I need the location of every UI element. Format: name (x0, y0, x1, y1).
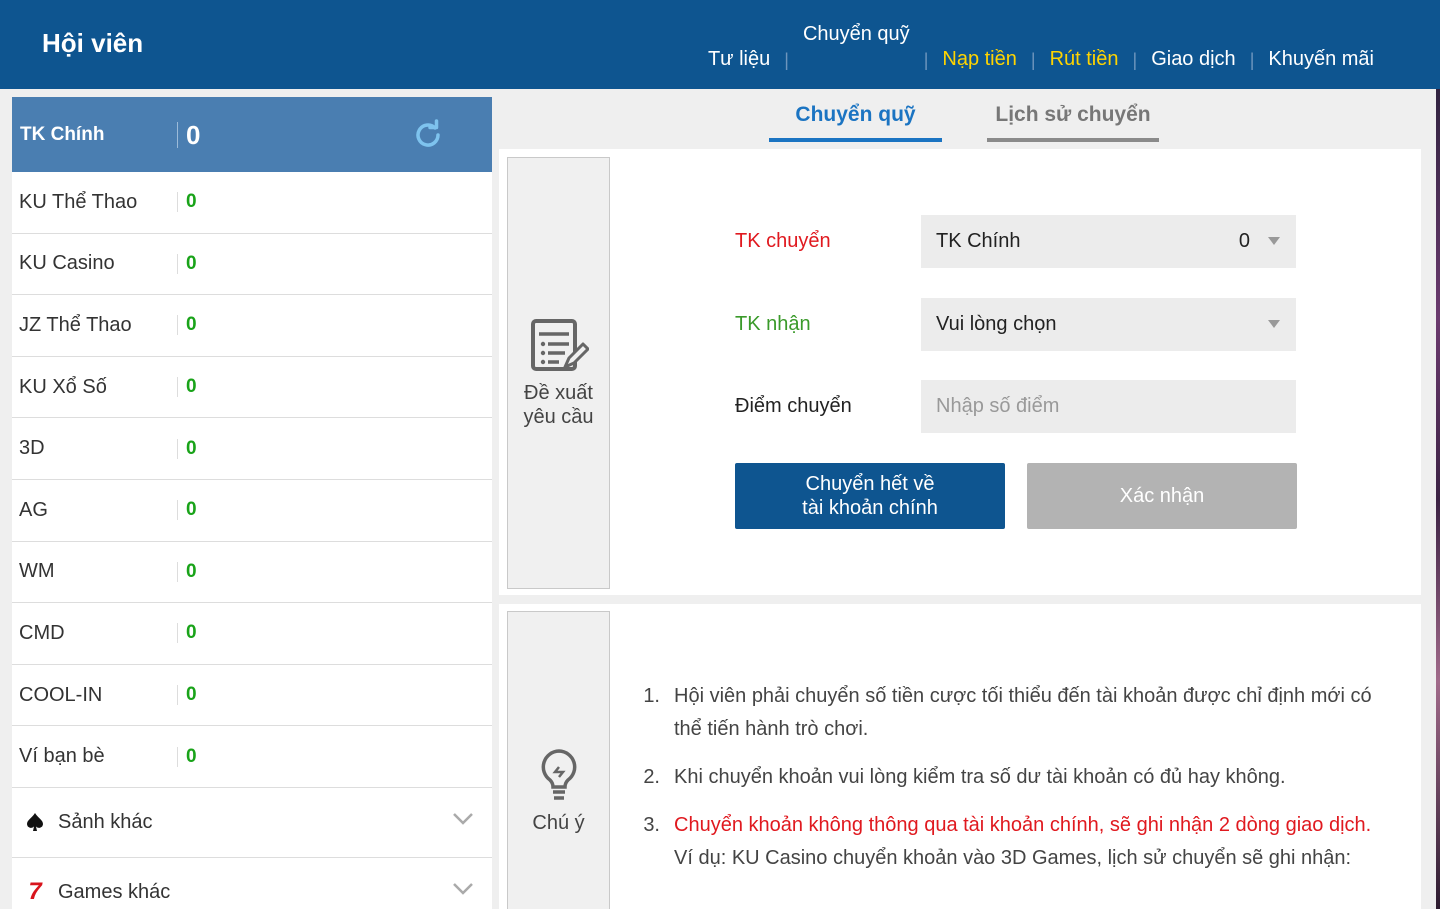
account-balance: 0 (177, 685, 197, 706)
to-account-value: Vui lòng chọn (936, 313, 1057, 335)
notes-side-box: Chú ý (507, 611, 610, 909)
to-account-row: TK nhận Vui lòng chọn (735, 298, 1296, 351)
note-number: 3. (643, 814, 660, 836)
note-number: 2. (643, 766, 660, 788)
account-balance: 0 (177, 500, 197, 521)
from-account-label: TK chuyển (735, 230, 831, 252)
nav-rut-tien[interactable]: Rút tiền (1036, 48, 1133, 71)
top-nav: Tư liệu | Chuyển quỹ | Nạp tiền | Rút ti… (694, 0, 1388, 89)
account-row: KU Casino 0 (12, 234, 492, 296)
note-text: Chuyển khoản không thông qua tài khoản c… (674, 814, 1372, 836)
account-label: 3D (19, 437, 45, 460)
spade-icon (27, 813, 43, 832)
group-label: Games khác (58, 880, 171, 903)
chevron-down-icon[interactable] (452, 882, 474, 896)
notes-side-label: Chú ý (532, 812, 585, 834)
account-label: AG (19, 498, 48, 521)
from-account-select[interactable]: TK Chính 0 (921, 215, 1296, 268)
account-row: WM 0 (12, 542, 492, 604)
nav-separator: | (784, 50, 789, 70)
from-account-row: TK chuyển TK Chính 0 (735, 215, 1296, 268)
tab-transfer-history[interactable]: Lịch sử chuyển (987, 97, 1159, 142)
from-account-value: TK Chính (936, 230, 1021, 252)
account-row: AG 0 (12, 480, 492, 542)
group-other-games[interactable]: 7 Games khác (12, 858, 492, 909)
request-form-icon (530, 319, 589, 371)
account-balance: 0 (177, 561, 197, 582)
account-balance: 0 (177, 253, 197, 274)
transfer-all-button[interactable]: Chuyển hết về tài khoản chính (735, 463, 1005, 529)
account-balance: 0 (177, 377, 197, 398)
header-edge (1436, 0, 1440, 89)
points-input[interactable] (936, 395, 1281, 418)
account-label: JZ Thể Thao (19, 313, 132, 336)
account-label: COOL-IN (19, 683, 103, 706)
to-account-label: TK nhận (735, 313, 811, 335)
account-row: Ví bạn bè 0 (12, 726, 492, 788)
note-item: 1. Hội viên phải chuyển số tiền cược tối… (639, 680, 1399, 746)
account-row: CMD 0 (12, 603, 492, 665)
request-label-line2: yêu cầu (523, 406, 594, 428)
account-label: KU Casino (19, 252, 115, 275)
account-balance: 0 (177, 192, 197, 213)
background-strip (1436, 0, 1440, 909)
account-balance: 0 (177, 438, 197, 459)
to-account-select[interactable]: Vui lòng chọn (921, 298, 1296, 351)
main-account-balance: 0 (177, 121, 200, 148)
account-balance: 0 (177, 746, 197, 767)
notes-panel: Chú ý 1. Hội viên phải chuyển số tiền cư… (499, 604, 1421, 909)
nav-giao-dich[interactable]: Giao dịch (1137, 48, 1250, 71)
account-balance: 0 (177, 315, 197, 336)
dropdown-arrow-icon (1268, 320, 1280, 328)
from-account-amount: 0 (1238, 230, 1250, 252)
refresh-icon[interactable] (412, 119, 444, 151)
account-label: CMD (19, 621, 65, 644)
note-example: Ví dụ: KU Casino chuyển khoản vào 3D Gam… (674, 847, 1352, 869)
seven-icon: 7 (28, 878, 42, 906)
group-other-halls[interactable]: Sảnh khác (12, 788, 492, 858)
transfer-all-line1: Chuyển hết về (805, 473, 935, 495)
notes-list: 1. Hội viên phải chuyển số tiền cược tối… (639, 680, 1399, 875)
note-text: Hội viên phải chuyển số tiền cược tối th… (674, 685, 1372, 740)
account-label: KU Thể Thao (19, 190, 138, 213)
points-row: Điểm chuyển (735, 380, 1296, 433)
account-sidebar: TK Chính 0 KU Thể Thao 0 KU Casino 0 JZ Th… (12, 97, 492, 909)
account-balance: 0 (177, 623, 197, 644)
account-row: COOL-IN 0 (12, 665, 492, 727)
nav-nap-tien[interactable]: Nạp tiền (928, 48, 1031, 71)
nav-chuyen-quy[interactable]: Chuyển quỹ (789, 23, 924, 46)
top-header: Hội viên Tư liệu | Chuyển quỹ | Nạp tiền… (0, 0, 1436, 89)
account-label: KU Xổ Số (19, 375, 107, 398)
request-side-box: Đề xuất yêu cầu (507, 157, 610, 589)
lightbulb-icon (541, 749, 576, 800)
note-item: 3. Chuyển khoản không thông qua tài khoả… (639, 809, 1399, 842)
account-row: KU Xổ Số 0 (12, 357, 492, 419)
note-item: 2. Khi chuyển khoản vui lòng kiểm tra số… (639, 761, 1399, 794)
request-label-line1: Đề xuất (524, 382, 593, 404)
points-field[interactable] (921, 380, 1296, 433)
dropdown-arrow-icon (1268, 237, 1280, 245)
account-label: Ví bạn bè (19, 745, 105, 768)
group-label: Sảnh khác (58, 810, 153, 833)
note-number: 1. (643, 685, 660, 707)
chevron-down-icon[interactable] (452, 812, 474, 826)
nav-tu-lieu[interactable]: Tư liệu (694, 48, 784, 71)
account-label: WM (19, 560, 55, 583)
main-account-row: TK Chính 0 (12, 97, 492, 172)
account-row: JZ Thể Thao 0 (12, 295, 492, 357)
transfer-all-line2: tài khoản chính (802, 497, 938, 519)
transfer-tabs: Chuyển quỹ Lịch sử chuyển (760, 97, 1159, 142)
note-text: Khi chuyển khoản vui lòng kiểm tra số dư… (674, 766, 1286, 788)
main-account-label: TK Chính (20, 123, 105, 145)
account-row: 3D 0 (12, 418, 492, 480)
nav-khuyen-mai[interactable]: Khuyến mãi (1254, 48, 1388, 71)
page-title: Hội viên (42, 28, 144, 58)
points-label: Điểm chuyển (735, 395, 852, 417)
confirm-button[interactable]: Xác nhận (1027, 463, 1297, 529)
tab-transfer[interactable]: Chuyển quỹ (769, 97, 942, 142)
account-row: KU Thể Thao 0 (12, 172, 492, 234)
transfer-form-panel: Đề xuất yêu cầu TK chuyển TK Chính 0 TK … (499, 149, 1421, 595)
